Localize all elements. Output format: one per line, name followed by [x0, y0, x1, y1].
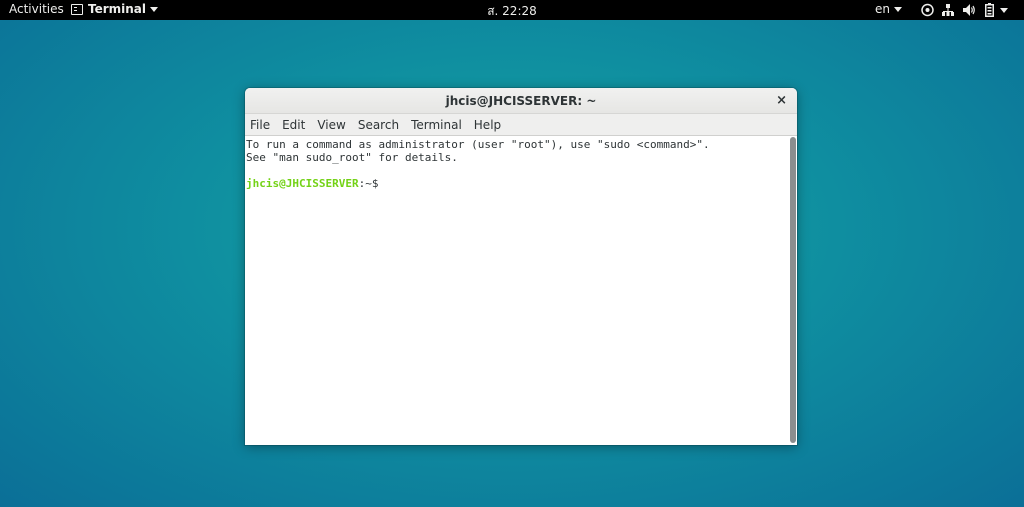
scrollbar[interactable] [790, 137, 796, 443]
title-bar[interactable]: jhcis@JHCISSERVER: ~ × [245, 88, 797, 114]
menu-terminal[interactable]: Terminal [411, 118, 462, 132]
prompt-user-host: jhcis@JHCISSERVER [246, 177, 359, 190]
clock[interactable]: ส. 22:28 [0, 2, 1024, 21]
accessibility-icon[interactable] [921, 3, 934, 17]
menu-file[interactable]: File [250, 118, 270, 132]
system-tray[interactable] [921, 3, 1008, 17]
menu-help[interactable]: Help [474, 118, 501, 132]
close-icon[interactable]: × [776, 93, 787, 108]
prompt-path: :~$ [358, 177, 379, 190]
chevron-down-icon [894, 6, 902, 12]
menu-search[interactable]: Search [358, 118, 399, 132]
terminal-output[interactable]: To run a command as administrator (user … [245, 137, 789, 445]
terminal-window: jhcis@JHCISSERVER: ~ × File Edit View Se… [245, 88, 797, 445]
menu-bar: File Edit View Search Terminal Help [245, 114, 797, 136]
terminal-line: To run a command as administrator (user … [246, 138, 710, 151]
menu-view[interactable]: View [317, 118, 345, 132]
language-selector[interactable]: en [875, 2, 902, 16]
menu-edit[interactable]: Edit [282, 118, 305, 132]
battery-icon[interactable] [985, 3, 994, 17]
terminal-line: See "man sudo_root" for details. [246, 151, 458, 164]
window-title: jhcis@JHCISSERVER: ~ [445, 94, 597, 108]
scrollbar-thumb[interactable] [790, 137, 796, 443]
top-bar: Activities Terminal ส. 22:28 en [0, 0, 1024, 20]
chevron-down-icon[interactable] [1000, 7, 1008, 13]
volume-icon[interactable] [962, 3, 975, 17]
network-wired-icon[interactable] [942, 3, 954, 17]
language-label: en [875, 2, 890, 16]
terminal-prompt: jhcis@JHCISSERVER:~$ [246, 177, 789, 190]
